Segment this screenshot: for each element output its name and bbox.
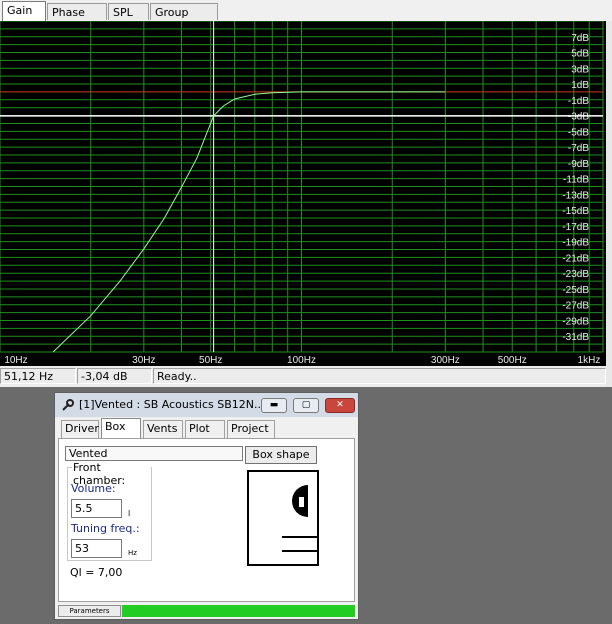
y-tick-label: -21dB — [562, 253, 589, 264]
tab-vents[interactable]: Vents — [143, 420, 183, 438]
y-tick-label: -9dB — [568, 159, 589, 170]
box-panel: Vented Box shape Front chamber: Volume: … — [58, 438, 355, 602]
y-tick-label: 1dB — [571, 80, 589, 91]
status-frequency: 51,12 Hz — [0, 368, 76, 384]
tab-plot[interactable]: Plot — [185, 420, 225, 438]
y-tick-label: -3dB — [568, 112, 589, 123]
tab-project[interactable]: Project — [227, 420, 275, 438]
front-chamber-group: Front chamber: Volume: 5.5 l Tuning freq… — [67, 461, 152, 561]
x-axis-labels: 10Hz 30Hz 50Hz 100Hz 300Hz 500Hz 1kHz — [4, 355, 600, 366]
ql-readout: Ql = 7,00 — [70, 566, 123, 579]
tab-gain[interactable]: Gain — [2, 1, 46, 21]
maximize-button[interactable]: ▢ — [293, 398, 319, 413]
y-tick-label: 5dB — [571, 49, 589, 60]
x-tick-label: 30Hz — [132, 355, 155, 366]
status-gain: -3,04 dB — [77, 368, 152, 384]
box-shape-button[interactable]: Box shape — [245, 446, 317, 464]
x-tick-label: 100Hz — [287, 355, 316, 366]
tab-spl[interactable]: SPL — [108, 3, 149, 20]
volume-input[interactable]: 5.5 — [71, 499, 122, 518]
dialog-title-bar[interactable]: [1]Vented : SB Acoustics SB12N... ▬ ▢ ✕ — [55, 393, 358, 417]
tuning-freq-unit: Hz — [128, 549, 137, 557]
tab-driver[interactable]: Driver — [61, 420, 99, 438]
minimize-button[interactable]: ▬ — [261, 398, 287, 413]
dialog-title: [1]Vented : SB Acoustics SB12N... — [79, 398, 265, 411]
x-tick-label: 1kHz — [578, 355, 601, 366]
y-tick-label: -29dB — [562, 316, 589, 327]
volume-unit: l — [128, 509, 131, 518]
x-tick-label: 50Hz — [199, 355, 222, 366]
status-bar: 51,12 Hz -3,04 dB Ready.. — [0, 366, 606, 387]
y-tick-label: -19dB — [562, 238, 589, 249]
progress-fill — [122, 605, 355, 617]
plot-grid — [0, 21, 604, 353]
box-type-field[interactable]: Vented — [65, 446, 243, 461]
x-tick-label: 500Hz — [498, 355, 527, 366]
y-tick-label: -17dB — [562, 222, 589, 233]
y-tick-label: -1dB — [568, 96, 589, 107]
parameters-progress: Parameters — [58, 605, 355, 617]
y-tick-label: -25dB — [562, 285, 589, 296]
y-tick-label: -27dB — [562, 301, 589, 312]
y-tick-label: -31dB — [562, 332, 589, 343]
progress-label: Parameters — [58, 605, 121, 617]
close-button[interactable]: ✕ — [325, 398, 355, 413]
vertical-scrollbar[interactable] — [606, 21, 612, 387]
vented-box-diagram — [247, 470, 319, 566]
y-tick-label: -7dB — [568, 143, 589, 154]
y-tick-label: 7dB — [571, 33, 589, 44]
plot-tab-bar: Gain Phase plot SPL Group delay — [0, 0, 612, 36]
y-tick-label: 3dB — [571, 64, 589, 75]
tab-group-delay[interactable]: Group delay — [150, 3, 218, 36]
volume-label: Volume: — [71, 482, 116, 495]
wrench-icon — [62, 399, 74, 411]
y-tick-label: -23dB — [562, 269, 589, 280]
tab-box[interactable]: Box — [101, 418, 141, 439]
box-dialog: [1]Vented : SB Acoustics SB12N... ▬ ▢ ✕ … — [54, 392, 359, 620]
status-message: Ready.. — [153, 368, 606, 384]
x-tick-label: 300Hz — [431, 355, 460, 366]
x-tick-label: 10Hz — [4, 355, 27, 366]
tab-phase-plot[interactable]: Phase plot — [47, 3, 107, 36]
y-tick-label: -13dB — [562, 190, 589, 201]
y-tick-label: -5dB — [568, 127, 589, 138]
tuning-freq-label: Tuning freq.: — [71, 522, 140, 535]
tuning-freq-input[interactable]: 53 — [71, 539, 122, 558]
gain-plot[interactable]: 7dB 5dB 3dB 1dB -1dB -3dB -5dB -7dB -9dB -11dB -13… — [0, 21, 606, 366]
y-tick-label: -15dB — [562, 206, 589, 217]
y-tick-label: -11dB — [563, 175, 589, 186]
